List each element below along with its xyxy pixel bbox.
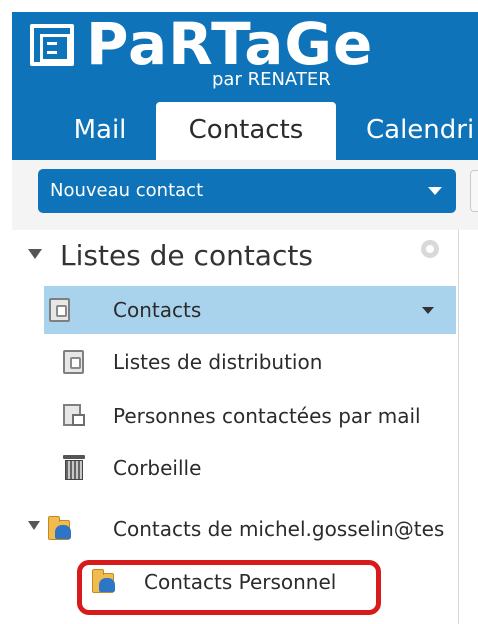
address-book-icon: [63, 350, 84, 374]
tree-item-shared-contacts[interactable]: Contacts de michel.gosselin@tes: [28, 505, 456, 553]
partage-logo-icon: [30, 24, 74, 66]
toolbar-next-button[interactable]: [470, 170, 478, 212]
tree-item-label: Corbeille: [113, 456, 202, 480]
address-book-icon: [49, 298, 70, 322]
tab-contacts[interactable]: Contacts: [156, 102, 336, 160]
tree-item-label: Listes de distribution: [113, 350, 323, 374]
chevron-down-icon[interactable]: [428, 187, 442, 195]
tree-item-label: Personnes contactées par mail: [113, 404, 421, 428]
tree-item-label: Contacts: [113, 298, 202, 322]
tree-item-trash[interactable]: Corbeille: [58, 444, 456, 492]
dropdown-caret-icon[interactable]: [422, 307, 434, 314]
tree-item-contacts[interactable]: Contacts: [44, 286, 456, 334]
section-header-contact-lists[interactable]: Listes de contacts: [28, 238, 313, 274]
tree-item-label: Contacts de michel.gosselin@tes: [113, 517, 445, 541]
panel-divider: [458, 230, 459, 624]
new-contact-label: Nouveau contact: [50, 180, 204, 201]
logo-text: PaRTaGe: [86, 10, 374, 78]
left-edge-strip: [0, 0, 12, 624]
app-window: PaRTaGe par RENATER Mail Contacts Calend…: [0, 0, 478, 624]
tree-item-emailed-contacts[interactable]: Personnes contactées par mail: [58, 392, 456, 440]
expand-triangle-icon[interactable]: [28, 249, 42, 259]
emailed-contacts-icon: [63, 404, 87, 428]
expand-triangle-icon[interactable]: [28, 521, 40, 530]
tree-item-distribution-lists[interactable]: Listes de distribution: [58, 338, 456, 386]
tab-mail[interactable]: Mail: [52, 102, 148, 160]
new-contact-button[interactable]: Nouveau contact: [38, 169, 456, 213]
gear-icon[interactable]: [421, 240, 439, 258]
logo-subtext: par RENATER: [212, 69, 331, 90]
highlight-annotation: [77, 560, 381, 615]
tab-calendar[interactable]: Calendri: [346, 102, 478, 160]
shared-folder-icon: [48, 516, 72, 541]
trash-icon: [63, 455, 85, 481]
section-title: Listes de contacts: [60, 239, 313, 272]
